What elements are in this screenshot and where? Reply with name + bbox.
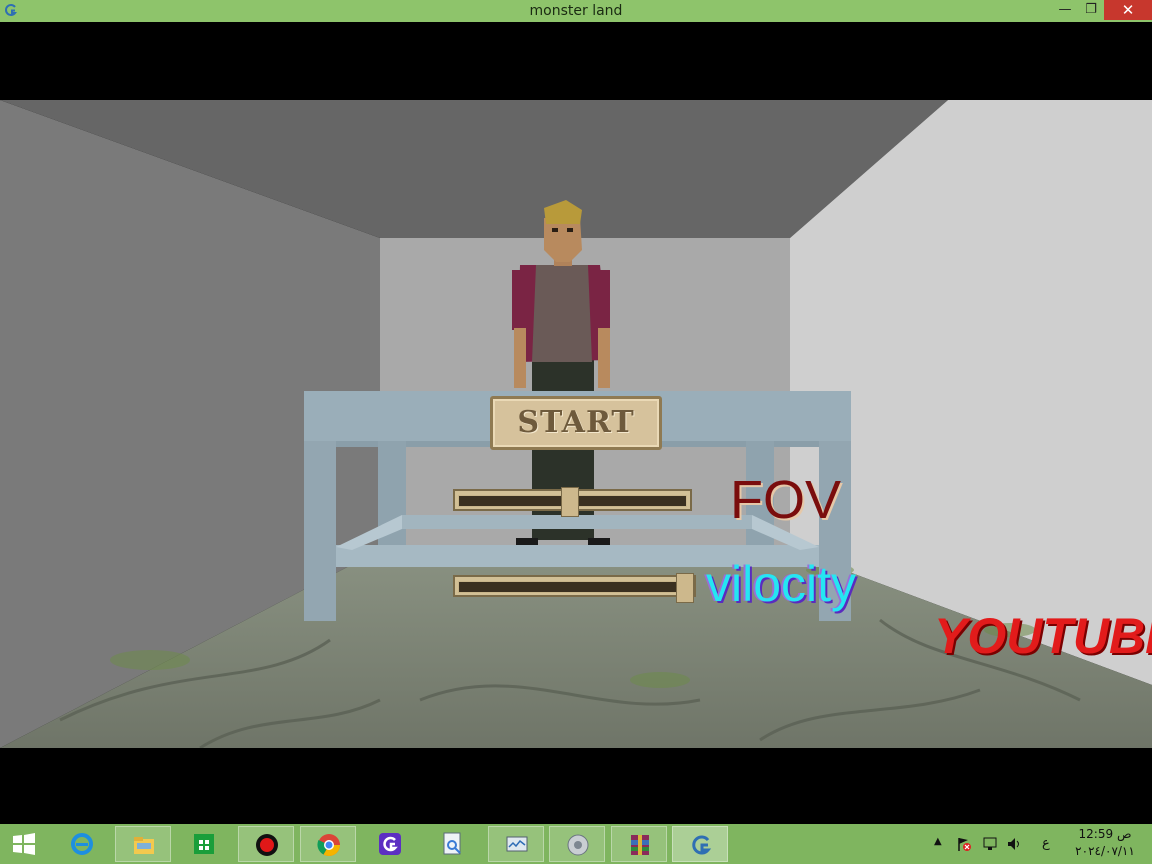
system-tray: ▲ ع [932, 824, 1070, 864]
restore-button[interactable]: ❐ [1078, 0, 1104, 20]
volume-icon[interactable] [1006, 836, 1022, 852]
game-engine-icon [692, 835, 712, 855]
screen-recorder-icon [256, 834, 278, 856]
taskbar-gdevelop[interactable] [362, 826, 418, 862]
taskbar-game-engine[interactable] [672, 826, 728, 862]
close-button[interactable]: ✕ [1104, 0, 1152, 20]
letterbox-bottom [0, 748, 1152, 824]
taskbar-store[interactable] [176, 826, 232, 862]
taskbar-recorder[interactable] [238, 826, 294, 862]
network-icon[interactable] [982, 836, 998, 852]
velocity-slider-thumb[interactable] [676, 573, 694, 603]
taskbar-monitor[interactable] [488, 826, 544, 862]
taskbar: ▲ ع 12:59 ص ٢٠٢٤/٠٧/١١ [0, 824, 1152, 864]
fov-slider-thumb[interactable] [561, 487, 579, 517]
fov-slider[interactable] [453, 487, 692, 517]
windows-start-icon [13, 833, 35, 855]
show-hidden-icons[interactable]: ▲ [934, 836, 942, 847]
velocity-slider[interactable] [453, 573, 696, 603]
start-menu-button[interactable] [0, 826, 50, 862]
action-center-flag-icon[interactable] [956, 836, 972, 852]
window-titlebar[interactable]: monster land — ❐ ✕ [0, 0, 1152, 22]
store-icon [194, 834, 214, 854]
taskbar-winrar[interactable] [611, 826, 667, 862]
window-title: monster land [529, 3, 623, 19]
taskbar-file-explorer[interactable] [115, 826, 171, 862]
internet-explorer-icon [71, 833, 93, 855]
clock-date: ٢٠٢٤/٠٧/١١ [1075, 844, 1135, 858]
clock-time: 12:59 ص [1078, 827, 1132, 841]
chrome-icon [317, 834, 340, 856]
gdevelop-icon [379, 833, 401, 855]
ocr-tool-icon [443, 832, 461, 855]
winrar-icon [631, 835, 649, 855]
velocity-slider-track [458, 581, 691, 593]
file-explorer-icon [134, 837, 154, 854]
taskbar-ocr[interactable] [425, 826, 481, 862]
minimize-button[interactable]: — [1052, 0, 1078, 20]
input-language[interactable]: ع [1042, 836, 1050, 851]
youtube-label[interactable]: YOUTUBE [934, 608, 1152, 664]
clock[interactable]: 12:59 ص ٢٠٢٤/٠٧/١١ [1070, 826, 1140, 860]
velocity-label: vilocity [706, 556, 857, 612]
taskbar-ie[interactable] [54, 826, 110, 862]
monitor-app-icon [506, 836, 528, 852]
speaker-app-icon [567, 834, 589, 856]
start-button[interactable]: START [490, 396, 662, 450]
taskbar-speaker[interactable] [549, 826, 605, 862]
taskbar-chrome[interactable] [300, 826, 356, 862]
letterbox-top [0, 22, 1152, 100]
fov-label: FOV [730, 470, 842, 530]
